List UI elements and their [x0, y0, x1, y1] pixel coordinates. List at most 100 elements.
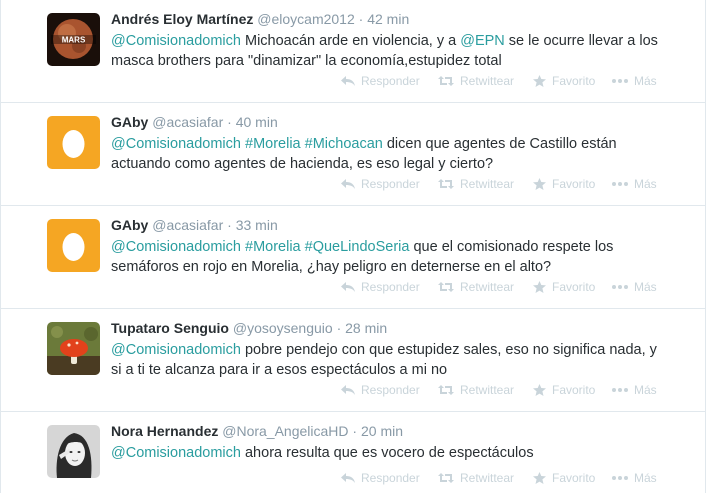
hashtag-link[interactable]: #QueLindoSeria: [305, 239, 410, 255]
reply-label: Responder: [361, 471, 420, 485]
retweet-button[interactable]: Retwittear: [438, 471, 514, 485]
woman-portrait-avatar: [47, 425, 100, 478]
favorite-button[interactable]: Favorito: [533, 471, 595, 485]
author-username[interactable]: @yosoysenguio: [233, 320, 333, 336]
reply-icon: [341, 385, 355, 395]
reply-icon: [341, 179, 355, 189]
default-egg-avatar: [47, 116, 100, 169]
tweet-text: @Comisionadomich Michoacán arde en viole…: [111, 31, 671, 71]
reply-button[interactable]: Responder: [341, 471, 420, 485]
tweet-header: Tupataro Senguio @yosoysenguio · 28 min: [111, 319, 387, 337]
more-button[interactable]: Más: [612, 177, 657, 191]
tweet-text: @Comisionadomich ahora resulta que es vo…: [111, 443, 671, 463]
tweet-text: @Comisionadomich #Morelia #Michoacan dic…: [111, 134, 671, 174]
tweet-item[interactable]: GAby @acasiafar · 33 min @Comisionadomic…: [1, 206, 705, 309]
tweet-timestamp[interactable]: 33 min: [236, 217, 278, 233]
time-separator: ·: [336, 320, 342, 336]
tweet-timestamp[interactable]: 40 min: [236, 114, 278, 130]
star-icon: [533, 281, 546, 293]
retweet-button[interactable]: Retwittear: [438, 280, 514, 294]
favorite-button[interactable]: Favorito: [533, 74, 595, 88]
hashtag-link[interactable]: #Michoacan: [305, 136, 383, 152]
tweet-text-segment: ahora resulta que es vocero de espectácu…: [240, 445, 534, 461]
tweet-timestamp[interactable]: 20 min: [361, 423, 403, 439]
more-dots-icon: [612, 182, 628, 186]
star-icon: [533, 472, 546, 484]
more-label: Más: [634, 280, 657, 294]
avatar[interactable]: [47, 322, 100, 375]
favorite-button[interactable]: Favorito: [533, 280, 595, 294]
tweet-item[interactable]: Tupataro Senguio @yosoysenguio · 28 min …: [1, 309, 705, 412]
author-fullname[interactable]: Tupataro Senguio: [111, 320, 229, 336]
retweet-label: Retwittear: [460, 383, 515, 397]
reply-icon: [341, 282, 355, 292]
avatar[interactable]: [47, 425, 100, 478]
retweet-icon: [438, 282, 454, 292]
hashtag-link[interactable]: #Morelia: [245, 136, 301, 152]
author-username[interactable]: @eloycam2012: [257, 11, 355, 27]
time-separator: ·: [352, 423, 358, 439]
favorite-label: Favorito: [552, 471, 596, 485]
retweet-icon: [438, 473, 454, 483]
tweet-item[interactable]: MARS Andrés Eloy Martínez @eloycam2012 ·…: [1, 0, 705, 103]
favorite-label: Favorito: [552, 177, 596, 191]
author-fullname[interactable]: Nora Hernandez: [111, 423, 218, 439]
default-egg-avatar: [47, 219, 100, 272]
star-icon: [533, 75, 546, 87]
retweet-button[interactable]: Retwittear: [438, 383, 514, 397]
favorite-label: Favorito: [552, 74, 596, 88]
reply-button[interactable]: Responder: [341, 177, 420, 191]
more-button[interactable]: Más: [612, 280, 657, 294]
star-icon: [533, 384, 546, 396]
author-fullname[interactable]: GAby: [111, 114, 148, 130]
mention-link[interactable]: @Comisionadomich: [111, 33, 241, 49]
tweet-timestamp[interactable]: 42 min: [367, 11, 409, 27]
avatar[interactable]: [47, 116, 100, 169]
avatar[interactable]: [47, 219, 100, 272]
mention-link[interactable]: @Comisionadomich: [111, 136, 241, 152]
author-username[interactable]: @Nora_AngelicaHD: [222, 423, 348, 439]
author-fullname[interactable]: Andrés Eloy Martínez: [111, 11, 253, 27]
tweet-timestamp[interactable]: 28 min: [345, 320, 387, 336]
time-separator: ·: [227, 217, 232, 233]
mention-link[interactable]: @Comisionadomich: [111, 342, 241, 358]
author-fullname[interactable]: GAby: [111, 217, 148, 233]
reply-label: Responder: [361, 177, 420, 191]
hashtag-link[interactable]: #Morelia: [245, 239, 301, 255]
retweet-button[interactable]: Retwittear: [438, 74, 514, 88]
more-button[interactable]: Más: [612, 471, 657, 485]
favorite-button[interactable]: Favorito: [533, 383, 595, 397]
mention-link[interactable]: @Comisionadomich: [111, 239, 241, 255]
more-label: Más: [634, 177, 657, 191]
more-dots-icon: [612, 79, 628, 83]
author-username[interactable]: @acasiafar: [152, 114, 223, 130]
retweet-button[interactable]: Retwittear: [438, 177, 514, 191]
more-label: Más: [634, 383, 657, 397]
reply-button[interactable]: Responder: [341, 280, 420, 294]
tweet-header: GAby @acasiafar · 40 min: [111, 113, 278, 131]
author-username[interactable]: @acasiafar: [152, 217, 223, 233]
retweet-label: Retwittear: [460, 177, 515, 191]
mention-link[interactable]: @Comisionadomich: [111, 445, 241, 461]
more-dots-icon: [612, 285, 628, 289]
more-label: Más: [634, 74, 657, 88]
retweet-label: Retwittear: [460, 280, 515, 294]
mushroom-avatar: [47, 322, 100, 375]
tweet-header: Nora Hernandez @Nora_AngelicaHD · 20 min: [111, 422, 403, 440]
more-button[interactable]: Más: [612, 74, 657, 88]
more-dots-icon: [612, 476, 628, 480]
tweet-item[interactable]: GAby @acasiafar · 40 min @Comisionadomic…: [1, 103, 705, 206]
retweet-icon: [438, 76, 454, 86]
more-label: Más: [634, 471, 657, 485]
mention-link[interactable]: @EPN: [460, 33, 505, 49]
reply-button[interactable]: Responder: [341, 74, 420, 88]
star-icon: [533, 178, 546, 190]
reply-button[interactable]: Responder: [341, 383, 420, 397]
tweet-item[interactable]: Nora Hernandez @Nora_AngelicaHD · 20 min…: [1, 412, 705, 493]
reply-icon: [341, 473, 355, 483]
more-button[interactable]: Más: [612, 383, 657, 397]
tweet-text: @Comisionadomich #Morelia #QueLindoSeria…: [111, 237, 671, 277]
avatar[interactable]: MARS: [47, 13, 100, 66]
favorite-button[interactable]: Favorito: [533, 177, 595, 191]
favorite-label: Favorito: [552, 383, 596, 397]
